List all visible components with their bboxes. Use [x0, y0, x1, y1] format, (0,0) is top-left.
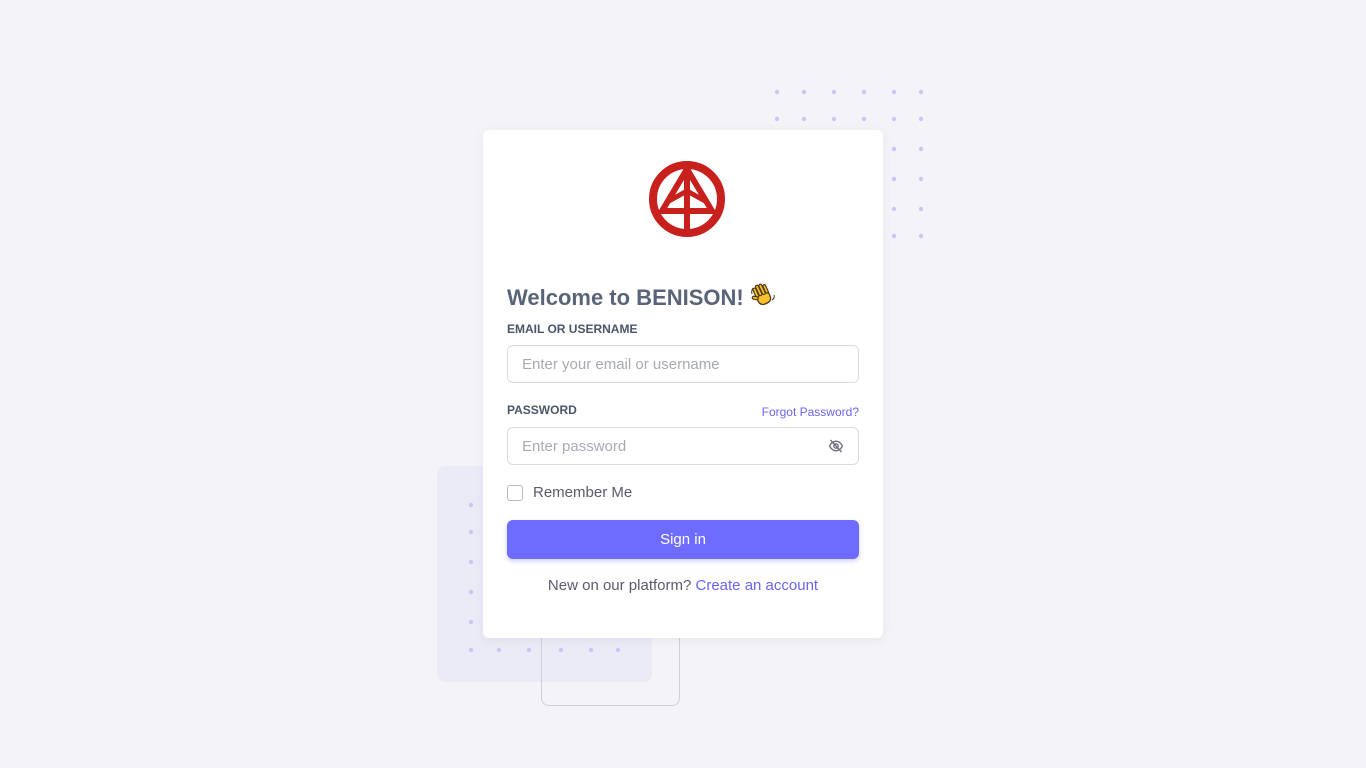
remember-me: Remember Me	[507, 484, 632, 501]
forgot-password-link[interactable]: Forgot Password?	[762, 405, 859, 419]
login-card: Welcome to BENISON! EMAIL OR USERNAME PA…	[483, 130, 883, 638]
email-label: EMAIL OR USERNAME	[507, 322, 638, 336]
email-field[interactable]	[507, 345, 859, 383]
password-label: PASSWORD	[507, 403, 577, 417]
password-field[interactable]	[507, 427, 859, 465]
new-account-line: New on our platform? Create an account	[483, 577, 883, 594]
waving-hand-icon	[750, 282, 776, 316]
remember-me-checkbox[interactable]	[507, 484, 523, 501]
eye-off-icon[interactable]	[828, 439, 844, 453]
page-title: Welcome to BENISON!	[507, 282, 776, 316]
benison-logo-icon	[649, 161, 725, 237]
new-account-text: New on our platform?	[547, 577, 692, 594]
remember-me-label[interactable]: Remember Me	[533, 484, 632, 501]
sign-in-button[interactable]: Sign in	[507, 520, 859, 559]
create-account-link[interactable]: Create an account	[696, 577, 819, 594]
title-text: Welcome to BENISON!	[507, 284, 744, 310]
